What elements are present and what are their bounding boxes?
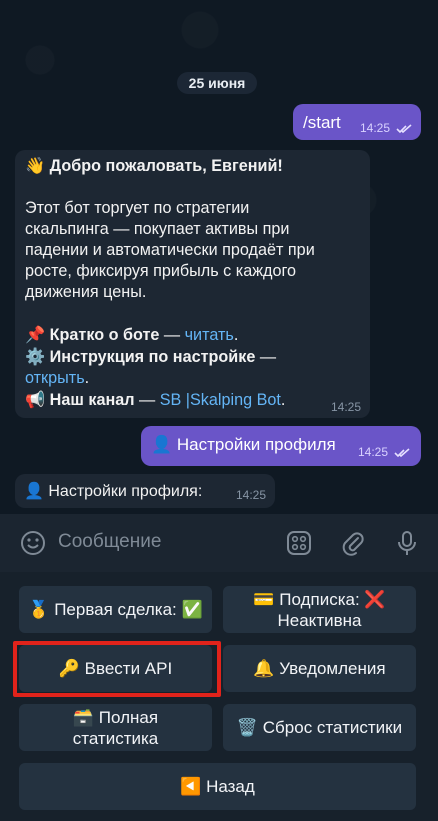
channel-row: 📢 Наш канал — SB |Skalping Bot. [25,390,286,409]
full-statistics-line2: статистика [72,728,159,748]
message-time: 14:25 [358,445,389,459]
message-input-bar: Сообщение [0,514,438,572]
about-row: 📌 Кратко о боте — читать. [25,325,239,344]
message-time: 14:25 [236,488,267,502]
message-text: 👤 Настройки профиля [151,435,336,454]
about-label: Кратко о боте [49,326,160,344]
double-check-icon [396,124,412,133]
dash: — [159,326,185,344]
megaphone-icon: 📢 [25,390,46,409]
description-line: Этот бот торгует по стратегии [25,199,250,217]
message-meta: 14:25 [358,445,412,459]
message-input[interactable]: Сообщение [58,531,161,553]
double-check-icon [394,448,410,457]
subscription-status-value: Неактивна [277,610,362,630]
gear-icon: ⚙️ [25,347,46,366]
subscription-status-line: 💳 Подписка: ❌ [253,589,386,609]
channel-label: Наш канал [49,391,135,409]
back-button[interactable]: ◀️ Назад [19,763,416,810]
message-time: 14:25 [360,121,391,135]
chat-area: 25 июня /start 14:25 👋 Добро пожаловать,… [0,0,438,514]
instruction-open-link[interactable]: открыть [25,369,85,387]
message-meta: 14:25 [360,121,414,135]
outgoing-message-start[interactable]: /start 14:25 [293,104,421,140]
dash: — [255,348,277,366]
instruction-link-row: открыть. [25,369,90,387]
dash: — [134,391,160,409]
reset-statistics-button[interactable]: 🗑️ Сброс статистики [223,704,416,751]
message-body: 👋 Добро пожаловать, Евгений! Этот бот то… [25,156,363,411]
microphone-icon[interactable] [393,529,421,557]
description-line: движения цены. [25,283,147,301]
incoming-message-settings[interactable]: 👤 Настройки профиля: 14:25 [15,474,275,508]
subscription-button[interactable]: 💳 Подписка: ❌ Неактивна [223,586,416,633]
sticker-icon[interactable] [285,529,313,557]
emoji-icon[interactable] [19,529,47,557]
pin-icon: 📌 [25,325,46,344]
incoming-message-welcome[interactable]: 👋 Добро пожаловать, Евгений! Этот бот то… [15,150,370,418]
about-read-link[interactable]: читать [185,326,234,344]
full-statistics-line1: 🗃️ Полная [72,707,159,727]
description-line: скальпинга — покупает активы при [25,220,290,238]
message-time: 14:25 [331,400,362,414]
notifications-button[interactable]: 🔔 Уведомления [223,645,416,692]
description-line: падении и автоматически продаёт при [25,241,315,259]
first-trade-button[interactable]: 🥇 Первая сделка: ✅ [19,586,212,633]
instruction-label: Инструкция по настройке [49,348,256,366]
channel-link[interactable]: SB |Skalping Bot [160,391,281,409]
greeting-text: 👋 Добро пожаловать, Евгений! [25,157,283,175]
message-text: /start [303,113,341,132]
message-text: 👤 Настройки профиля: [24,483,203,500]
full-statistics-button[interactable]: 🗃️ Полная статистика [19,704,212,751]
outgoing-message-settings[interactable]: 👤 Настройки профиля 14:25 [141,426,421,466]
paperclip-icon[interactable] [339,529,367,557]
description-line: росте, фиксируя прибыль с каждого [25,262,297,280]
instruction-row: ⚙️ Инструкция по настройке — [25,346,363,368]
highlight-box [13,641,221,697]
date-separator: 25 июня [177,72,257,94]
